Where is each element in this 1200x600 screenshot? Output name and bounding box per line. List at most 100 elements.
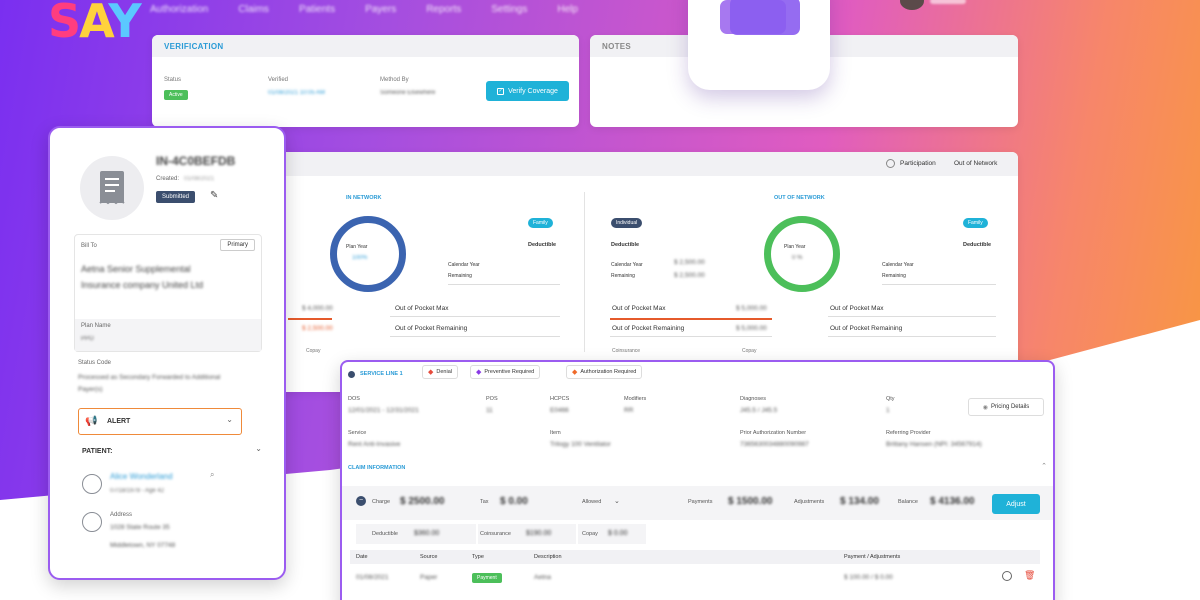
oop-max-label-out: Out of Pocket Max bbox=[612, 305, 666, 312]
card-shape-front bbox=[730, 0, 800, 35]
prior-auth-value: 7365630034880090987 bbox=[740, 441, 809, 448]
table-header bbox=[350, 550, 1040, 564]
claim-card: IN-4C0BEFDB Created: 01/08/2021 Submitte… bbox=[48, 126, 286, 580]
chevron-down-icon[interactable]: ⌄ bbox=[255, 444, 262, 453]
pricing-details-button[interactable]: ◉ Pricing Details bbox=[968, 398, 1044, 416]
nav-item[interactable]: Settings bbox=[491, 4, 527, 15]
row-date: 01/08/2021 bbox=[356, 574, 389, 581]
oop-progress-out bbox=[610, 318, 772, 320]
edit-icon[interactable]: ✎ bbox=[210, 190, 218, 201]
modifiers-value: RR bbox=[624, 407, 634, 414]
diagnoses-label: Diagnoses bbox=[740, 396, 766, 402]
qty-label: Qty bbox=[886, 396, 895, 402]
patient-meta: 07/18/1978 - Age 42 bbox=[110, 488, 165, 494]
oop-max-value: $ 4,000.00 bbox=[302, 305, 333, 312]
tag-icon: ◆ bbox=[428, 369, 434, 376]
authorization-chip: ◆ Authorization Required bbox=[566, 365, 643, 379]
divider bbox=[882, 284, 996, 285]
primary-tag[interactable]: Primary bbox=[220, 239, 255, 251]
coinsurance-label-out: Coinsurance bbox=[612, 348, 641, 354]
chevron-down-icon[interactable]: ⌄ bbox=[614, 497, 620, 505]
bill-to-box: Bill To Primary Aetna Senior Supplementa… bbox=[74, 234, 262, 352]
method-value: Someone Elsewhere bbox=[380, 90, 436, 96]
method-label: Method By bbox=[380, 77, 409, 83]
verify-coverage-label: Verify Coverage bbox=[508, 87, 558, 95]
location-icon bbox=[82, 512, 102, 532]
claim-info-title: CLAIM INFORMATION bbox=[348, 465, 406, 471]
oop-progress bbox=[288, 318, 332, 320]
status-label: Status bbox=[164, 77, 182, 83]
nav-item[interactable]: Authorization bbox=[150, 4, 208, 15]
patient-label: PATIENT: bbox=[82, 448, 113, 455]
oop-max-select-right[interactable] bbox=[828, 316, 996, 317]
referring-provider-label: Referring Provider bbox=[886, 430, 931, 436]
remaining-label-out: Remaining bbox=[611, 273, 635, 279]
verify-coverage-button[interactable]: ✓ Verify Coverage bbox=[486, 81, 569, 101]
charge-value: $ 2500.00 bbox=[400, 496, 445, 507]
trash-icon[interactable]: 🗑 bbox=[1024, 570, 1035, 581]
calendar-year-label-out: Calendar Year bbox=[611, 262, 643, 268]
collapse-icon[interactable] bbox=[348, 371, 355, 378]
patient-name[interactable]: Alice Wonderland bbox=[110, 472, 173, 481]
remaining-label-right: Remaining bbox=[882, 273, 906, 279]
top-nav: Authorization Claims Patients Payers Rep… bbox=[150, 0, 1020, 18]
out-network-donut bbox=[764, 216, 840, 292]
modifiers-label: Modifiers bbox=[624, 396, 647, 402]
verified-label: Verified bbox=[268, 77, 289, 83]
dos-value: 12/01/2021 - 12/31/2021 bbox=[348, 407, 419, 414]
oop-remaining-select[interactable] bbox=[390, 336, 560, 337]
diagnoses-value: J45.5 / J45.5 bbox=[740, 407, 778, 414]
adjust-button[interactable]: Adjust bbox=[992, 494, 1040, 514]
tax-label: Tax bbox=[480, 499, 489, 505]
nav-item[interactable]: Reports bbox=[426, 4, 461, 15]
verified-value: 01/08/2021 10:05 AM bbox=[268, 90, 326, 96]
oop-remaining-label: Out of Pocket Remaining bbox=[395, 325, 468, 332]
in-network-donut bbox=[330, 216, 406, 292]
chevron-up-icon[interactable]: ⌃ bbox=[1041, 462, 1047, 470]
coinsurance-label: Coinsurance bbox=[480, 531, 511, 537]
status-badge: Active bbox=[164, 90, 188, 100]
row-amount: $ 100.00 / $ 0.00 bbox=[844, 574, 893, 581]
plan-year-label-out: Plan Year bbox=[784, 244, 806, 250]
payments-label: Payments bbox=[688, 499, 713, 505]
verification-card: VERIFICATION Status Active Verified 01/0… bbox=[152, 35, 579, 127]
adjust-label: Adjust bbox=[1006, 500, 1026, 508]
divider bbox=[610, 336, 772, 337]
plan-name-value: PPO bbox=[81, 336, 94, 342]
preventive-chip: ◆ Preventive Required bbox=[470, 365, 541, 379]
chip-label: Denial bbox=[436, 369, 452, 375]
verification-title: VERIFICATION bbox=[152, 35, 579, 57]
plan-year-label: Plan Year bbox=[346, 244, 368, 250]
hcpcs-value: E0466 bbox=[550, 407, 569, 414]
nav-item[interactable]: Claims bbox=[238, 4, 269, 15]
row-source: Paper bbox=[420, 574, 438, 581]
search-icon[interactable]: ⌕ bbox=[210, 470, 214, 480]
nav-item[interactable]: Payers bbox=[365, 4, 396, 15]
bill-to-value: Aetna Senior Supplemental Insurance comp… bbox=[81, 264, 204, 290]
alert-select[interactable]: 📢 ALERT ⌄ bbox=[78, 408, 242, 435]
dos-label: DOS bbox=[348, 396, 360, 402]
copay-label: Copay bbox=[306, 348, 321, 354]
payments-value: $ 1500.00 bbox=[728, 496, 773, 507]
megaphone-icon: 📢 bbox=[85, 416, 98, 427]
status-code-value: Processed as Secondary Forwarded to Addi… bbox=[78, 374, 221, 393]
chevron-down-icon: ⌄ bbox=[226, 415, 233, 424]
nav-item[interactable]: Patients bbox=[299, 4, 335, 15]
tax-value: $ 0.00 bbox=[500, 496, 528, 507]
created-label: Created: bbox=[156, 176, 180, 182]
minus-icon[interactable]: − bbox=[356, 496, 366, 506]
oop-remaining-label-right: Out of Pocket Remaining bbox=[830, 325, 903, 332]
oop-max-select[interactable] bbox=[390, 316, 560, 317]
nav-item[interactable]: Help bbox=[557, 4, 578, 15]
info-icon[interactable] bbox=[1002, 571, 1012, 581]
row-description: Aetna bbox=[534, 574, 551, 581]
pricing-details-label: Pricing Details bbox=[990, 404, 1030, 410]
pos-label: POS bbox=[486, 396, 498, 402]
service-line-title: SERVICE LINE 1 bbox=[360, 371, 403, 377]
oop-remaining-select-right[interactable] bbox=[828, 336, 996, 337]
checkbox-icon: ✓ bbox=[497, 87, 505, 95]
calendar-year-value-out: $ 2,500.00 bbox=[674, 259, 705, 266]
remaining-label: Remaining bbox=[448, 273, 472, 279]
tag-icon: ◆ bbox=[572, 369, 578, 376]
service-line-panel: SERVICE LINE 1 ◆ Denial ◆ Preventive Requi… bbox=[340, 360, 1055, 600]
